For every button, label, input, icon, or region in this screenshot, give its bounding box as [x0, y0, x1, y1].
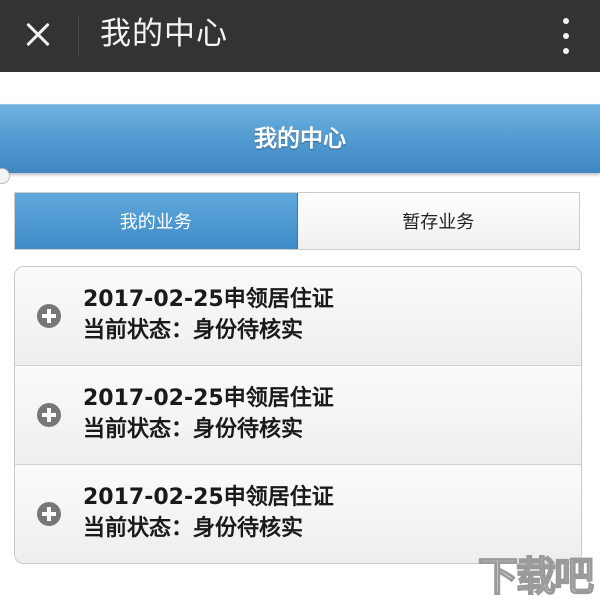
top-nav-bar: 我的中心: [0, 0, 600, 72]
item-status: 当前状态：身份待核实: [83, 516, 304, 541]
close-icon[interactable]: [16, 12, 62, 58]
header-edge-handle: [0, 168, 10, 184]
header-spacer: [0, 72, 600, 104]
page-header: 我的中心: [0, 104, 600, 173]
tab-saved-business[interactable]: 暂存业务: [297, 193, 579, 249]
plus-circle-icon[interactable]: [37, 403, 61, 427]
item-status: 当前状态：身份待核实: [83, 318, 304, 343]
plus-circle-icon[interactable]: [37, 502, 61, 526]
nav-divider: [78, 16, 79, 56]
item-title: 2017-02-25申领居住证: [83, 485, 334, 510]
list-item[interactable]: 2017-02-25申领居住证 当前状态：身份待核实: [15, 366, 581, 465]
item-title: 2017-02-25申领居住证: [83, 386, 334, 411]
business-list: 2017-02-25申领居住证 当前状态：身份待核实 2017-02-25申领居…: [14, 266, 582, 564]
watermark-logo: 下载吧: [477, 553, 595, 601]
page-title: 我的中心: [254, 126, 346, 152]
item-title: 2017-02-25申领居住证: [83, 287, 334, 312]
window-title: 我的中心: [100, 16, 228, 52]
item-status: 当前状态：身份待核实: [83, 417, 304, 442]
more-vertical-icon[interactable]: [558, 16, 574, 56]
tab-my-business[interactable]: 我的业务: [15, 193, 298, 249]
plus-circle-icon[interactable]: [37, 304, 61, 328]
list-item[interactable]: 2017-02-25申领居住证 当前状态：身份待核实: [15, 267, 581, 366]
list-item[interactable]: 2017-02-25申领居住证 当前状态：身份待核实: [15, 465, 581, 563]
business-tabs: 我的业务 暂存业务: [14, 192, 580, 250]
